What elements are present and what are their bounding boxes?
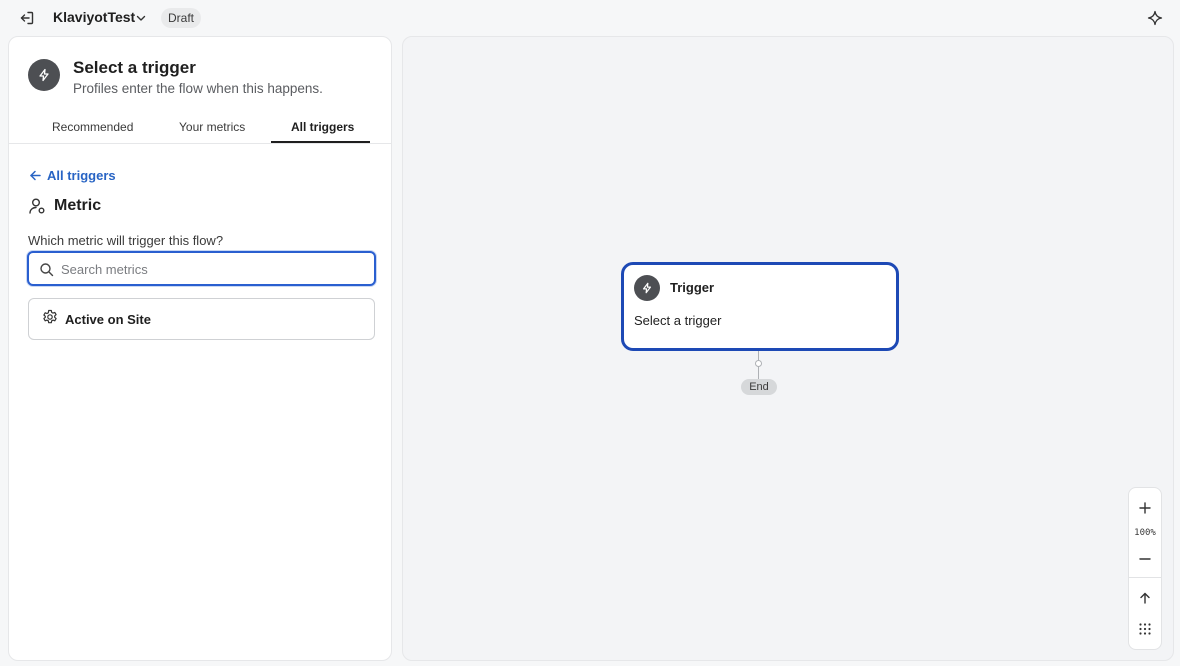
back-link-label: All triggers (47, 168, 116, 183)
zoom-out-button[interactable] (1129, 548, 1161, 570)
user-metric-icon (29, 198, 45, 214)
active-tab-indicator (271, 141, 370, 143)
status-badge: Draft (161, 8, 202, 28)
zoom-divider (1129, 577, 1161, 578)
search-input[interactable] (61, 259, 361, 279)
flow-menu-chevron-down-icon[interactable] (134, 11, 148, 25)
trigger-node-badge (634, 275, 660, 301)
tab-all-triggers[interactable]: All triggers (291, 120, 354, 134)
search-field[interactable] (27, 251, 376, 286)
grid-view-button[interactable] (1129, 618, 1161, 640)
panel-subtitle: Profiles enter the flow when this happen… (73, 81, 323, 96)
minus-icon (1139, 558, 1151, 560)
section-title: Metric (54, 197, 102, 214)
flow-canvas[interactable]: Trigger Select a trigger End (402, 36, 1174, 661)
metric-option-label: Active on Site (65, 312, 151, 327)
trigger-node-subtitle: Select a trigger (634, 313, 722, 328)
metric-option-active-on-site[interactable]: Active on Site (28, 298, 375, 340)
arrow-up-icon (1140, 592, 1150, 604)
section-heading: Metric (28, 197, 101, 215)
grid-dots-icon (1139, 623, 1151, 635)
trigger-node[interactable]: Trigger Select a trigger (621, 262, 899, 351)
recenter-button[interactable] (1129, 587, 1161, 609)
plus-icon (1139, 502, 1151, 514)
arrow-left-icon (30, 170, 41, 181)
back-to-all-triggers-link[interactable]: All triggers (29, 168, 116, 183)
tab-recommended[interactable]: Recommended (52, 120, 133, 134)
panel-title: Select a trigger (73, 58, 196, 77)
metric-question-label: Which metric will trigger this flow? (28, 233, 224, 248)
search-icon (40, 263, 54, 277)
trigger-node-title: Trigger (670, 280, 715, 295)
exit-flow-button[interactable] (17, 8, 37, 28)
flow-name[interactable]: KlaviyotTest (53, 9, 135, 25)
end-node: End (741, 379, 777, 395)
lightning-bolt-icon (39, 68, 49, 82)
tab-your-metrics[interactable]: Your metrics (179, 120, 245, 134)
sparkle-icon (1147, 10, 1163, 26)
flow-connector-handle[interactable] (755, 360, 762, 367)
top-bar: KlaviyotTest Draft (0, 0, 1180, 36)
lightning-bolt-icon (642, 282, 652, 294)
zoom-controls: 100% (1128, 487, 1162, 650)
trigger-badge (28, 59, 60, 91)
trigger-tabs: Recommended Your metrics All triggers (9, 115, 391, 144)
zoom-level: 100% (1134, 528, 1156, 538)
exit-icon (20, 11, 34, 25)
trigger-selection-panel: Select a trigger Profiles enter the flow… (8, 36, 392, 661)
zoom-in-button[interactable] (1129, 497, 1161, 519)
gear-icon (43, 309, 57, 324)
ai-assistant-button[interactable] (1144, 7, 1166, 29)
